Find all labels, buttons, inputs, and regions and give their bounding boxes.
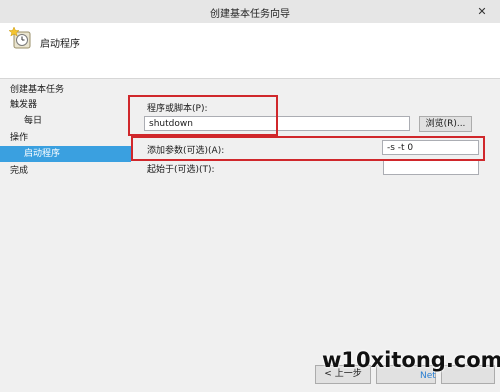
title-bar: 创建基本任务向导 ✕ (0, 0, 500, 24)
scheduler-clock-icon (9, 26, 31, 49)
watermark-sub: Net (420, 371, 436, 381)
window-title: 创建基本任务向导 (210, 9, 290, 20)
start-in-label: 起始于(可选)(T): (147, 165, 215, 175)
browse-button[interactable]: 浏览(R)... (419, 116, 472, 132)
sidebar-item-label: 每日 (24, 116, 43, 126)
sidebar-item-start-program[interactable]: 启动程序 (0, 146, 131, 162)
sidebar-item-action[interactable]: 操作 (0, 130, 131, 146)
wizard-header: 启动程序 (0, 23, 500, 79)
sidebar-item-label: 创建基本任务 (10, 85, 65, 95)
sidebar-item-trigger[interactable]: 触发器 (0, 97, 131, 113)
wizard-content: 程序或脚本(P): shutdown 浏览(R)... 添加参数(可选)(A):… (128, 79, 500, 392)
sidebar-item-label: 启动程序 (24, 149, 61, 159)
program-highlight-box (128, 95, 278, 136)
start-in-input[interactable] (383, 160, 479, 175)
args-highlight-box (131, 136, 485, 161)
close-button[interactable]: ✕ (470, 4, 494, 19)
watermark-logo: w10xitong.com (322, 348, 500, 372)
sidebar-item-daily[interactable]: 每日 (0, 113, 131, 129)
sidebar-item-create-task[interactable]: 创建基本任务 (0, 82, 131, 98)
close-icon: ✕ (477, 5, 487, 18)
header-title: 启动程序 (40, 39, 80, 50)
sidebar-item-label: 触发器 (10, 100, 38, 110)
sidebar-item-label: 完成 (10, 166, 29, 176)
wizard-steps-sidebar: 创建基本任务 触发器 每日 操作 启动程序 完成 (0, 79, 131, 392)
sidebar-item-finish[interactable]: 完成 (0, 163, 131, 179)
sidebar-item-label: 操作 (10, 133, 29, 143)
